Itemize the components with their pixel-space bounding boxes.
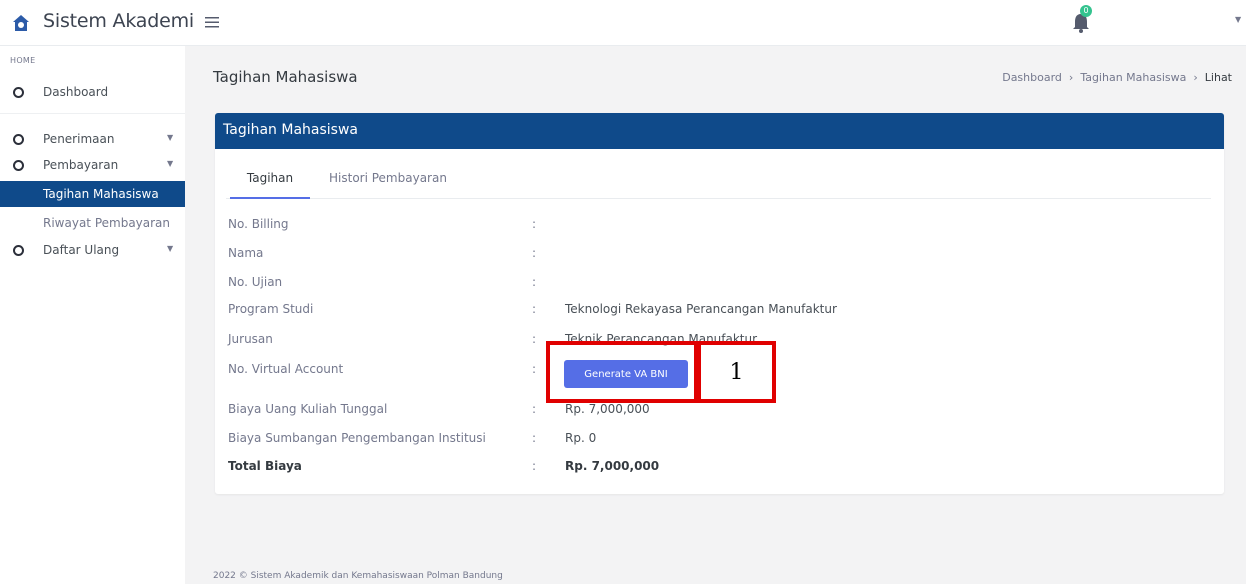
field-row-program-studi: Program Studi : Teknologi Rekayasa Peran…: [228, 302, 1208, 322]
app-title: Sistem Akademik: [43, 10, 194, 32]
field-colon: :: [532, 459, 537, 473]
field-row-ukt: Biaya Uang Kuliah Tunggal : Rp. 7,000,00…: [228, 402, 1208, 422]
sidebar-item-label: Penerimaan: [43, 132, 115, 146]
field-label: Biaya Sumbangan Pengembangan Institusi: [228, 431, 486, 445]
breadcrumb-dashboard[interactable]: Dashboard: [1002, 71, 1062, 84]
field-row-no-billing: No. Billing :: [228, 217, 1208, 237]
sidebar-item-pembayaran[interactable]: Pembayaran ▼: [0, 152, 185, 178]
sidebar-subitem-label: Riwayat Pembayaran: [43, 216, 171, 230]
field-colon: :: [532, 332, 537, 346]
field-label: Nama: [228, 246, 264, 260]
page-title: Tagihan Mahasiswa: [213, 68, 358, 86]
breadcrumb-separator-icon: ›: [1068, 71, 1074, 84]
field-colon: :: [532, 402, 537, 416]
notification-badge: 0: [1080, 5, 1092, 17]
card-header: Tagihan Mahasiswa: [215, 113, 1224, 149]
field-value: Rp. 7,000,000: [565, 402, 650, 416]
caret-down-icon[interactable]: ▼: [1235, 15, 1241, 24]
chevron-down-icon: ▼: [167, 244, 174, 253]
sidebar-item-dashboard[interactable]: Dashboard: [0, 79, 185, 105]
breadcrumb-separator-icon: ›: [1193, 71, 1198, 84]
field-colon: :: [532, 217, 537, 231]
sidebar: HOME Dashboard Penerimaan ▼ Pembayaran ▼…: [0, 46, 185, 584]
circle-icon: [13, 134, 24, 145]
circle-icon: [13, 245, 24, 256]
tab-histori-pembayaran[interactable]: Histori Pembayaran: [329, 171, 447, 199]
field-label: Jurusan: [228, 332, 273, 346]
card-title: Tagihan Mahasiswa: [223, 122, 358, 138]
home-icon[interactable]: [11, 13, 31, 33]
field-label: Biaya Uang Kuliah Tunggal: [228, 402, 388, 416]
chevron-down-icon: ▼: [167, 133, 174, 142]
field-value: Teknologi Rekayasa Perancangan Manufaktu…: [565, 302, 837, 316]
field-row-total: Total Biaya : Rp. 7,000,000: [228, 459, 1208, 479]
generate-va-button[interactable]: Generate VA BNI: [564, 360, 688, 388]
field-label: No. Billing: [228, 217, 289, 231]
circle-icon: [13, 87, 24, 98]
field-colon: :: [532, 246, 537, 260]
sidebar-item-label: Daftar Ulang: [43, 243, 120, 257]
field-label: No. Ujian: [228, 275, 283, 289]
breadcrumb-current: Lihat: [1204, 71, 1232, 84]
field-label: No. Virtual Account: [228, 362, 344, 376]
field-colon: :: [532, 362, 537, 376]
field-row-no-ujian: No. Ujian :: [228, 275, 1208, 295]
field-colon: :: [532, 431, 537, 445]
menu-title: HOME: [10, 56, 36, 65]
billing-card: Tagihan Mahasiswa Tagihan Histori Pembay…: [215, 113, 1224, 494]
sidebar-item-label: Pembayaran: [43, 158, 119, 172]
breadcrumb-tagihan[interactable]: Tagihan Mahasiswa: [1080, 71, 1186, 84]
sidebar-subitem-riwayat-pembayaran[interactable]: Riwayat Pembayaran: [0, 210, 185, 236]
sidebar-subitem-tagihan-mahasiswa[interactable]: Tagihan Mahasiswa: [0, 181, 185, 207]
divider: [0, 113, 185, 114]
field-row-spi: Biaya Sumbangan Pengembangan Institusi :…: [228, 431, 1208, 451]
field-row-nama: Nama :: [228, 246, 1208, 266]
field-colon: :: [532, 302, 537, 316]
sidebar-item-penerimaan[interactable]: Penerimaan ▼: [0, 126, 185, 152]
annotation-label-box: 1: [697, 341, 776, 403]
sidebar-item-label: Dashboard: [43, 85, 109, 99]
sidebar-subitem-label: Tagihan Mahasiswa: [43, 187, 159, 201]
tab-tagihan[interactable]: Tagihan: [230, 171, 310, 199]
chevron-down-icon: ▼: [167, 159, 174, 168]
field-label: Program Studi: [228, 302, 314, 316]
field-label: Total Biaya: [228, 459, 302, 473]
tabs: Tagihan Histori Pembayaran: [226, 170, 1211, 199]
footer: 2022 © Sistem Akademik dan Kemahasiswaan…: [213, 571, 503, 581]
breadcrumb: Dashboard › Tagihan Mahasiswa › Lihat: [1002, 71, 1232, 84]
hamburger-icon[interactable]: [203, 12, 223, 32]
sidebar-item-daftar-ulang[interactable]: Daftar Ulang ▼: [0, 237, 185, 263]
circle-icon: [13, 160, 24, 171]
field-value: Rp. 7,000,000: [565, 459, 660, 473]
field-colon: :: [532, 275, 537, 289]
annotation-number: 1: [729, 360, 744, 385]
field-value: Rp. 0: [565, 431, 597, 445]
topbar: Sistem Akademik 0 ▼: [0, 0, 1246, 46]
